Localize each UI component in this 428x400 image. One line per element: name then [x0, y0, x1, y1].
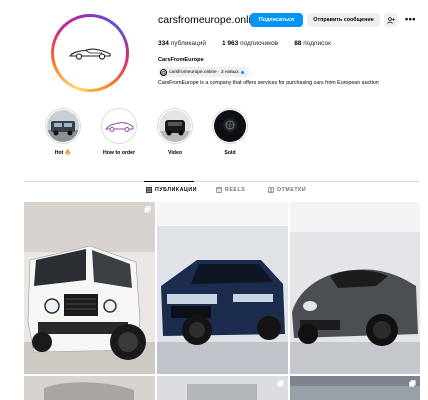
highlight-sold[interactable]: Sold — [205, 108, 255, 156]
highlight-label: Video — [167, 150, 183, 156]
following-label: подписок — [303, 40, 331, 47]
avatar-inner — [54, 17, 126, 89]
car-logo-icon — [103, 110, 135, 142]
highlight-label: Hot 🔥 — [54, 150, 72, 156]
posts-count: 334 — [158, 40, 169, 47]
car-logo-icon — [68, 48, 111, 60]
highlight-ring — [157, 108, 193, 144]
tabs-divider — [24, 181, 419, 182]
post-tile[interactable] — [290, 376, 420, 400]
post-image — [24, 376, 155, 400]
post-image — [157, 202, 288, 374]
post-image — [290, 376, 420, 400]
post-image — [24, 202, 155, 374]
highlight-ring — [212, 108, 248, 144]
car-photo-icon — [214, 110, 246, 142]
post-tile[interactable] — [290, 202, 420, 374]
post-tile[interactable] — [24, 202, 155, 374]
tab-label: ОТМЕТКИ — [277, 187, 307, 193]
active-tab-indicator — [144, 181, 194, 182]
highlight-video[interactable]: Video — [150, 108, 200, 156]
grid-icon — [146, 187, 152, 193]
profile-full-name: CarsFromEurope — [158, 57, 204, 63]
multiple-photos-icon — [277, 380, 284, 387]
post-image — [157, 376, 288, 400]
post-tile[interactable] — [24, 376, 155, 400]
message-button[interactable]: Отправить сообщение — [307, 13, 380, 27]
profile-stats: 334 публикаций 1 963 подписчиков 88 подп… — [158, 40, 347, 47]
reels-icon — [216, 187, 222, 193]
followers-stat[interactable]: 1 963 подписчиков — [222, 40, 278, 47]
highlight-ring — [45, 108, 81, 144]
more-options-icon[interactable]: ••• — [405, 13, 416, 25]
new-indicator-dot — [240, 70, 244, 74]
posts-stat: 334 публикаций — [158, 40, 206, 47]
followers-label: подписчиков — [240, 40, 279, 47]
tab-label: REELS — [225, 187, 246, 193]
highlight-label: How to order — [103, 150, 135, 156]
profile-avatar[interactable] — [51, 14, 129, 92]
multiple-photos-icon — [409, 380, 416, 387]
followers-count: 1 963 — [221, 40, 239, 47]
threads-icon: @ — [160, 68, 167, 76]
car-photo-icon — [47, 110, 79, 142]
suggested-users-button[interactable] — [384, 13, 398, 27]
posts-label: публикаций — [170, 40, 206, 47]
threads-badge[interactable]: @ carsfromeurope.online · 2 новых — [158, 67, 249, 77]
highlight-how-to-order[interactable]: How to order — [94, 108, 144, 156]
add-user-icon — [387, 16, 395, 24]
car-photo-icon — [159, 110, 191, 142]
profile-username: carsfromeurope.online — [158, 14, 263, 26]
follow-button[interactable]: Подписаться — [250, 13, 303, 27]
highlight-hot[interactable]: Hot 🔥 — [38, 108, 88, 156]
post-tile[interactable] — [157, 376, 288, 400]
tab-reels[interactable]: REELS — [216, 187, 245, 193]
multiple-photos-icon — [144, 206, 151, 213]
post-tile[interactable] — [157, 202, 288, 374]
highlight-ring — [101, 108, 137, 144]
following-stat[interactable]: 88 подписок — [294, 40, 331, 47]
tab-tagged[interactable]: ОТМЕТКИ — [268, 187, 306, 193]
post-image — [290, 202, 420, 374]
tab-label: ПУБЛИКАЦИИ — [155, 187, 198, 193]
tag-icon — [268, 187, 274, 193]
highlight-label: Sold — [224, 150, 236, 156]
following-count: 88 — [294, 40, 302, 47]
profile-bio: CarsFromEurope is a company that offers … — [158, 80, 379, 86]
tab-posts[interactable]: ПУБЛИКАЦИИ — [146, 187, 197, 193]
threads-badge-label: carsfromeurope.online · 2 новых — [169, 69, 239, 75]
